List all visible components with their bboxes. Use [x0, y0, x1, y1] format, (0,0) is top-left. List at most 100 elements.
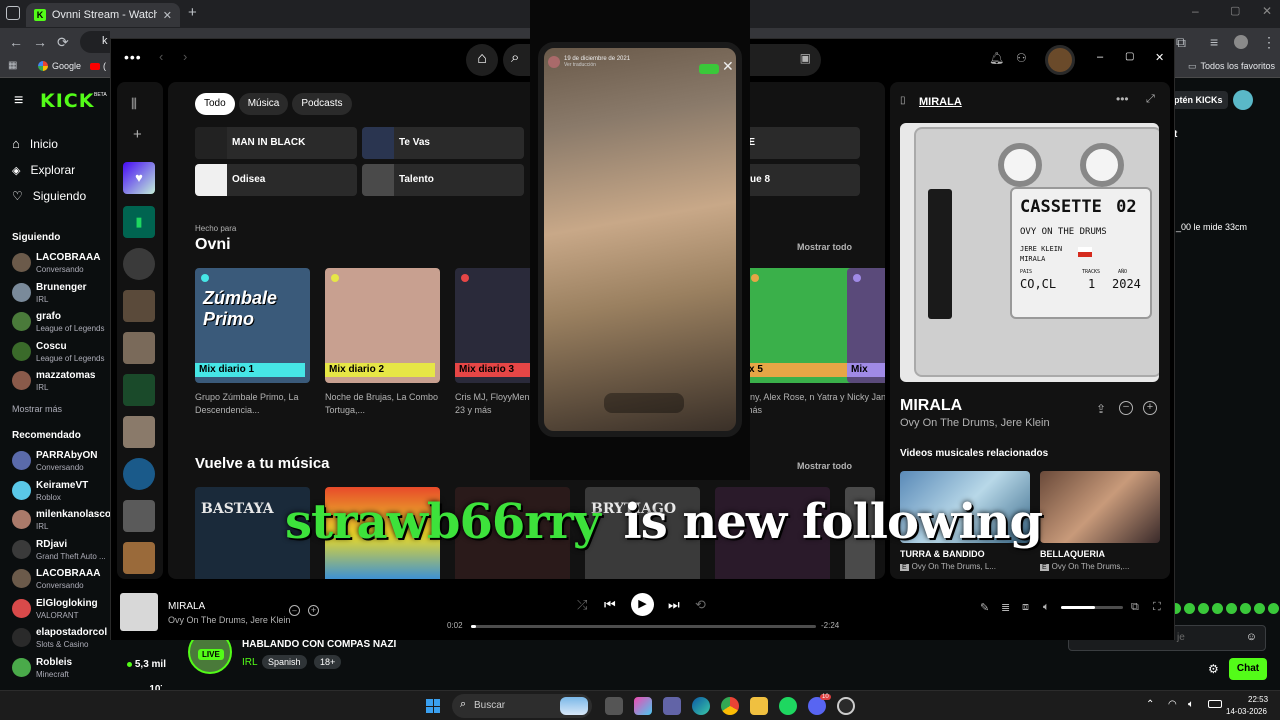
panel-track-artists[interactable]: Ovy On The Drums, Jere Klein [900, 417, 1050, 429]
daily-mix-card[interactable]: x 5 nny, Alex Rose, n Yatra y más [745, 268, 860, 417]
emote-icon[interactable] [1212, 603, 1223, 614]
queue-icon[interactable]: ≣ [1001, 601, 1010, 614]
section-title-back[interactable]: Vuelve a tu música [195, 455, 330, 472]
copilot-icon[interactable] [634, 697, 652, 715]
made-for-name[interactable]: Ovni [195, 236, 231, 254]
bookmark-youtube[interactable]: ( [90, 61, 106, 71]
player-remove-icon[interactable]: – [289, 605, 300, 616]
teams-icon[interactable] [663, 697, 681, 715]
liked-songs-tile[interactable]: ♥ [123, 162, 155, 194]
now-playing-view-icon[interactable]: ✎ [980, 601, 989, 614]
task-view-icon[interactable] [605, 697, 623, 715]
quick-access-card[interactable]: Te Vas [362, 127, 524, 159]
nav-siguiendo[interactable]: ♡ Siguiendo [12, 189, 86, 203]
shuffle-icon[interactable]: ⤮ [577, 597, 587, 613]
profile-avatar[interactable] [1234, 35, 1248, 49]
tray-chevron-icon[interactable]: ⌃ [1146, 699, 1154, 710]
chat-settings-icon[interactable]: ⚙ [1208, 662, 1219, 676]
share-icon[interactable]: ⇪ [1096, 402, 1106, 416]
spotify-menu-icon[interactable]: ••• [124, 49, 142, 65]
panel-more-icon[interactable]: ••• [1116, 92, 1129, 106]
play-button[interactable]: ▶ [631, 593, 654, 616]
all-bookmarks[interactable]: ▭ Todos los favoritos [1188, 61, 1275, 72]
emote-icon[interactable] [1240, 603, 1251, 614]
new-tab-button[interactable]: + [188, 4, 197, 21]
library-icon[interactable]: ⫼ [131, 96, 137, 112]
panel-track-title[interactable]: MIRALA [900, 397, 962, 415]
player-cover[interactable] [120, 593, 158, 631]
emote-icon[interactable] [1198, 603, 1209, 614]
spotify-avatar[interactable] [1045, 45, 1075, 75]
player-add-icon[interactable]: + [308, 605, 319, 616]
connect-device-icon[interactable]: ⧈ [1022, 601, 1029, 614]
repeat-icon[interactable]: ⟲ [695, 597, 706, 613]
nav-back-icon[interactable]: ‹ [159, 49, 163, 64]
playlist-tile[interactable] [123, 248, 155, 280]
emote-icon[interactable] [1184, 603, 1195, 614]
hamburger-menu-icon[interactable]: ≡ [14, 92, 23, 110]
player-track-title[interactable]: MIRALA [168, 601, 205, 612]
filter-podcasts[interactable]: Podcasts [292, 93, 352, 115]
playlist-tile[interactable] [123, 416, 155, 448]
filter-musica[interactable]: Música [238, 93, 289, 115]
maximize-icon[interactable]: ▢ [1230, 4, 1240, 17]
bookmark-google[interactable]: Google [38, 61, 81, 71]
clock-time[interactable]: 22:53 [1248, 695, 1268, 704]
back-arrow-icon[interactable]: ← [9, 34, 23, 50]
spotify-icon[interactable] [779, 697, 797, 715]
browser-tab-active[interactable]: K Ovnni Stream - Watch Live on K ✕ [26, 3, 180, 27]
panel-header-title[interactable]: MIRALA [919, 96, 962, 108]
show-more-link[interactable]: Mostrar más [12, 404, 62, 414]
related-video-card[interactable]: BELLAQUERIA E Ovy On The Drums,... [1040, 471, 1160, 571]
minimize-icon[interactable]: – [1192, 4, 1199, 18]
saved-episodes-tile[interactable]: ▮ [123, 206, 155, 238]
panel-toggle-icon[interactable]: ▯ [900, 95, 906, 106]
nav-explorar[interactable]: ◈ Explorar [12, 163, 75, 177]
chat-send-button[interactable]: Chat [1229, 658, 1267, 680]
panel-expand-icon[interactable]: ⤢ [1146, 93, 1155, 106]
create-icon[interactable]: + [133, 126, 142, 143]
remove-icon[interactable]: – [1119, 401, 1133, 415]
player-track-artists[interactable]: Ovy On The Drums, Jere Klein [168, 615, 290, 625]
friends-icon[interactable]: ⚇ [1016, 51, 1027, 65]
sp-maximize-icon[interactable]: ▢ [1125, 51, 1134, 62]
sp-minimize-icon[interactable]: – [1097, 51, 1103, 63]
daily-mix-card[interactable]: Zúmbale Primo Mix diario 1 Grupo Zúmbale P… [195, 268, 310, 417]
show-all-link[interactable]: Mostrar todo [797, 242, 852, 252]
home-button[interactable]: ⌂ [466, 44, 498, 76]
volume-icon[interactable]: 🔈︎ [1043, 601, 1050, 614]
playlist-tile[interactable] [123, 374, 155, 406]
channel-item[interactable]: Robleis Minecraft 5,3 mil [12, 655, 166, 683]
windows-start-icon[interactable] [426, 699, 440, 713]
next-icon[interactable]: ⏭︎ [668, 597, 680, 613]
extensions-icon[interactable]: ⧉ [1176, 34, 1186, 51]
taskbar-search[interactable]: ⌕ Buscar [452, 694, 592, 718]
tab-menu-icon[interactable] [6, 6, 20, 20]
clock-date[interactable]: 14-03-2026 [1226, 707, 1267, 716]
progress-bar[interactable] [471, 625, 816, 628]
wifi-icon[interactable]: ◠ [1168, 699, 1177, 710]
speaker-icon[interactable]: 🔈︎ [1188, 699, 1194, 710]
playlist-tile[interactable] [123, 500, 155, 532]
reload-icon[interactable]: ⟳ [57, 34, 69, 51]
playlist-tile[interactable] [123, 332, 155, 364]
volume-slider[interactable] [1061, 606, 1123, 609]
bell-icon[interactable]: 🔔︎ [989, 51, 1004, 65]
playlist-icon[interactable]: ≡ [1210, 34, 1218, 50]
emoji-icon[interactable]: ☺ [1246, 631, 1257, 643]
file-explorer-icon[interactable] [750, 697, 768, 715]
address-field[interactable]: k [80, 31, 110, 53]
browser-menu-icon[interactable]: ⋮ [1262, 34, 1276, 51]
playlist-tile[interactable] [123, 542, 155, 574]
previous-icon[interactable]: ⏮︎ [604, 597, 616, 613]
stream-category[interactable]: IRL [242, 657, 258, 668]
quick-access-card[interactable]: MAN IN BLACK [195, 127, 357, 159]
channel-item-partial[interactable]: 107 [12, 682, 162, 690]
battery-icon[interactable] [1208, 700, 1222, 708]
tag-spanish[interactable]: Spanish [262, 655, 307, 669]
add-icon[interactable]: + [1143, 401, 1157, 415]
browse-icon[interactable]: ▣ [800, 51, 811, 65]
user-avatar[interactable] [1233, 90, 1253, 110]
emote-icon[interactable] [1254, 603, 1265, 614]
emote-icon[interactable] [1268, 603, 1279, 614]
